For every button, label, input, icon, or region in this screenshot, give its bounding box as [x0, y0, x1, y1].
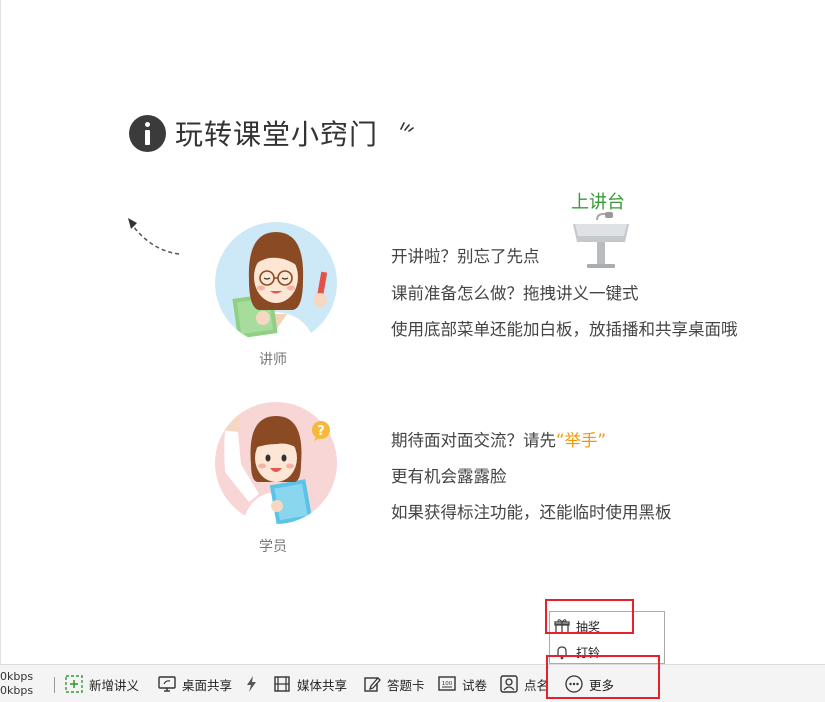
desktop-share-button[interactable]: 桌面共享: [158, 673, 232, 695]
upload-bandwidth: 0kbps: [0, 670, 34, 683]
media-share-button[interactable]: 媒体共享: [273, 673, 347, 695]
student-tip-1-text: 期待面对面交流？请先: [391, 431, 556, 450]
toolbar-divider: [54, 677, 55, 693]
podium-label: 上讲台: [571, 192, 625, 213]
curved-arrow-icon: [128, 218, 180, 255]
teacher-tip-3: 使用底部菜单还能加白板，放插播和共享桌面哦: [391, 320, 738, 339]
new-handout-button[interactable]: 新增讲义: [65, 673, 139, 695]
exam-label: 试卷: [462, 677, 488, 693]
student-tip-3: 如果获得标注功能，还能临时使用黑板: [391, 503, 672, 522]
tips-title-row: 玩转课堂小窍门: [129, 113, 378, 153]
classroom-main-panel: 玩转课堂小窍门 讲师 开讲啦？别忘了先点 课前准备怎么做？拖拽讲义一键式 使用底…: [0, 0, 825, 664]
answer-card-label: 答题卡: [387, 677, 425, 693]
sparkle-icon: [400, 122, 414, 132]
info-icon: [129, 114, 166, 152]
roll-call-icon: [500, 675, 518, 693]
highlight-box-more: [546, 655, 660, 699]
tips-title: 玩转课堂小窍门: [175, 118, 379, 151]
teacher-tip-2: 课前准备怎么做？拖拽讲义一键式: [391, 284, 639, 303]
podium-icon: [573, 212, 629, 268]
student-role-label: 学员: [259, 539, 287, 555]
highlight-box-lottery: [545, 599, 634, 634]
student-tip-2: 更有机会露露脸: [391, 467, 507, 486]
bottom-toolbar: 0kbps 0kbps 新增讲义 桌面共享 媒体共享 答题卡 100 试卷 点名…: [0, 664, 825, 702]
teacher-tip-1: 开讲啦？别忘了先点: [391, 247, 540, 266]
lightning-icon: [247, 676, 256, 692]
exam-button[interactable]: 100 试卷: [438, 673, 487, 695]
teacher-avatar: [215, 222, 337, 344]
download-bandwidth: 0kbps: [0, 684, 34, 697]
raise-hand-highlight: “举手”: [556, 431, 607, 450]
add-handout-icon: [65, 675, 83, 693]
film-icon: [274, 676, 290, 692]
answer-card-button[interactable]: 答题卡: [363, 673, 425, 695]
monitor-icon: [158, 676, 176, 692]
svg-text:100: 100: [442, 681, 453, 687]
flash-button[interactable]: [243, 673, 267, 695]
media-share-label: 媒体共享: [297, 677, 348, 693]
exam-paper-icon: 100: [438, 676, 456, 691]
question-bubble-icon: ?: [312, 421, 330, 441]
desktop-share-label: 桌面共享: [182, 677, 233, 693]
student-tip-1: 期待面对面交流？请先“举手”: [391, 427, 606, 451]
teacher-role-label: 讲师: [259, 352, 287, 368]
new-handout-label: 新增讲义: [89, 677, 140, 693]
edit-card-icon: [364, 677, 381, 692]
svg-text:?: ?: [317, 424, 325, 439]
roll-call-button[interactable]: 点名: [500, 673, 549, 695]
